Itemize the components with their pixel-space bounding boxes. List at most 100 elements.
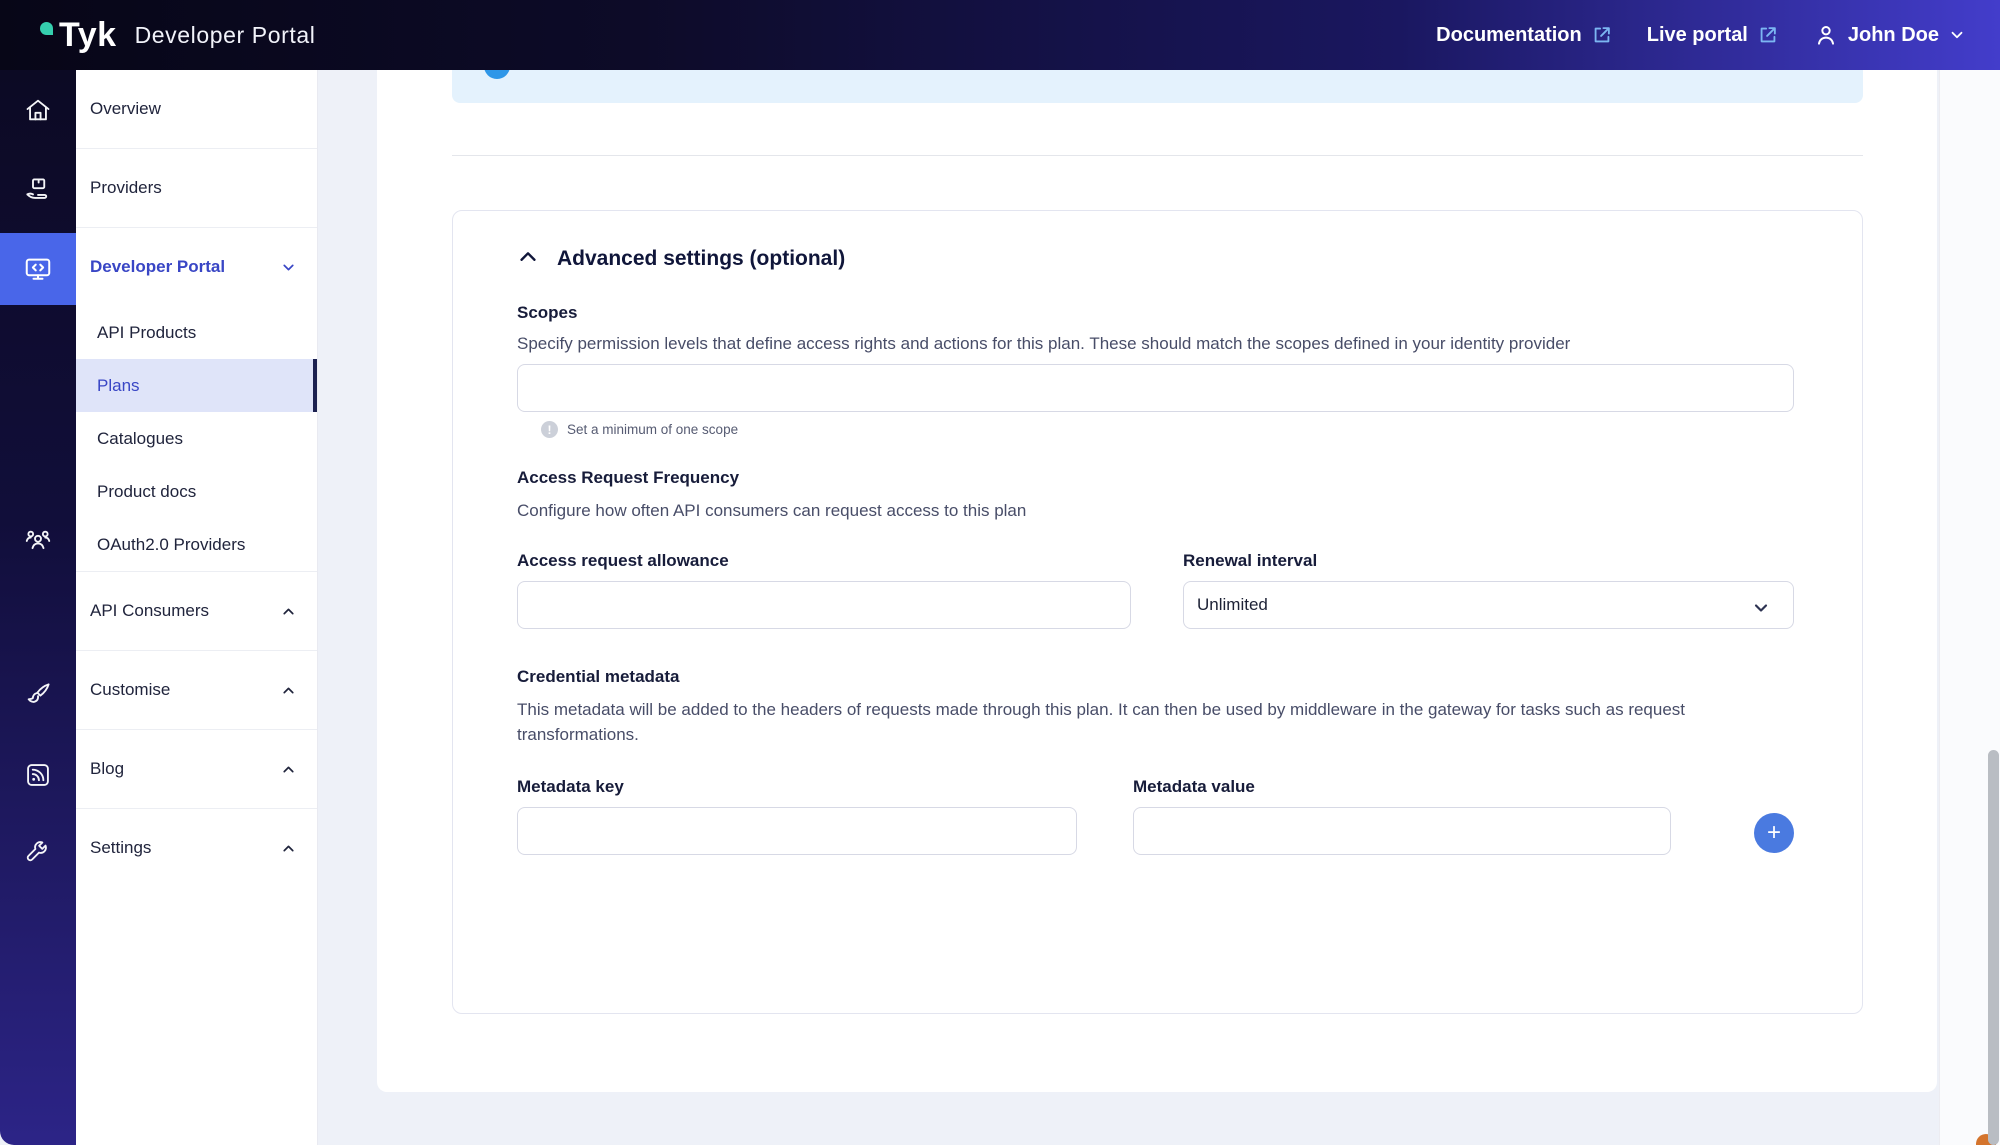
live-portal-label: Live portal	[1647, 24, 1748, 47]
page-scrollbar-thumb[interactable]	[1988, 750, 1999, 1145]
allowance-input[interactable]	[517, 581, 1131, 629]
info-banner-icon	[484, 70, 510, 79]
frequency-label: Access Request Frequency	[517, 466, 1794, 490]
documentation-link[interactable]: Documentation	[1436, 24, 1613, 47]
icon-rail	[0, 70, 76, 1145]
sidebar-item-label: API Consumers	[90, 601, 280, 621]
customise-icon	[23, 680, 53, 710]
sidebar-item-developer-portal[interactable]: Developer Portal	[76, 228, 317, 306]
sidebar-item-api-products[interactable]: API Products	[76, 306, 317, 359]
sidebar-item-label: Product docs	[97, 482, 196, 502]
advanced-settings-toggle[interactable]: Advanced settings (optional)	[517, 245, 1794, 273]
sidebar-item-settings[interactable]: Settings	[76, 809, 317, 887]
sidebar-item-overview[interactable]: Overview	[76, 70, 317, 148]
sidebar-item-oauth2-providers[interactable]: OAuth2.0 Providers	[76, 518, 317, 571]
sidebar-icon-developer-portal[interactable]	[0, 237, 76, 301]
sidebar-icon-customise[interactable]	[0, 663, 76, 727]
metadata-key-input[interactable]	[517, 807, 1077, 855]
blog-icon	[24, 761, 52, 789]
metadata-value-label: Metadata value	[1133, 775, 1671, 799]
sidebar-item-label: Blog	[90, 759, 280, 779]
sidebar-item-label: Plans	[97, 376, 140, 396]
sidebar-icon-settings[interactable]	[0, 818, 76, 882]
chevron-up-icon	[280, 603, 297, 620]
add-metadata-button[interactable]: +	[1754, 813, 1794, 853]
chevron-up-icon	[280, 761, 297, 778]
metadata-fields-row: Metadata key Metadata value +	[517, 775, 1794, 855]
chevron-down-icon	[1751, 598, 1771, 623]
metadata-value-group: Metadata value	[1133, 775, 1671, 855]
advanced-settings-title: Advanced settings (optional)	[557, 245, 845, 273]
plus-icon: +	[1767, 813, 1781, 853]
scopes-hint: ! Set a minimum of one scope	[517, 421, 1794, 438]
info-icon: !	[541, 421, 558, 438]
external-link-icon	[1757, 24, 1779, 46]
home-icon	[24, 96, 52, 124]
sidebar-item-catalogues[interactable]: Catalogues	[76, 412, 317, 465]
frequency-fields-row: Access request allowance Renewal interva…	[517, 549, 1794, 629]
renewal-selected-value: Unlimited	[1197, 595, 1268, 615]
allowance-field-group: Access request allowance	[517, 549, 1131, 629]
scopes-input[interactable]	[517, 364, 1794, 412]
sidebar-item-label: API Products	[97, 323, 196, 343]
user-menu[interactable]: John Doe	[1813, 22, 1966, 48]
metadata-value-input[interactable]	[1133, 807, 1671, 855]
sidebar-item-product-docs[interactable]: Product docs	[76, 465, 317, 518]
sidebar-item-label: Settings	[90, 838, 280, 858]
collapse-chevron-icon	[517, 246, 539, 273]
page-scrollbar-track[interactable]	[1939, 70, 2000, 1145]
user-icon	[1813, 22, 1839, 48]
live-portal-link[interactable]: Live portal	[1647, 24, 1779, 47]
tyk-leaf-icon	[40, 22, 53, 35]
main-content-card: Advanced settings (optional) Scopes Spec…	[377, 70, 1937, 1092]
sidebar-icon-blog[interactable]	[0, 743, 76, 807]
chevron-down-icon	[1948, 26, 1966, 44]
scopes-description: Specify permission levels that define ac…	[517, 331, 1577, 356]
external-link-icon	[1591, 24, 1613, 46]
developer-portal-icon	[23, 254, 53, 284]
sidebar-item-customise[interactable]: Customise	[76, 651, 317, 729]
sidebar-item-label: Catalogues	[97, 429, 183, 449]
metadata-key-label: Metadata key	[517, 775, 1077, 799]
scopes-label: Scopes	[517, 301, 1794, 325]
chevron-down-icon	[280, 259, 297, 276]
info-banner	[452, 70, 1863, 103]
renewal-interval-select[interactable]: Unlimited	[1183, 581, 1794, 629]
brand-logo[interactable]: Tyk Developer Portal	[40, 16, 316, 55]
renewal-label: Renewal interval	[1183, 549, 1794, 573]
settings-icon	[23, 835, 53, 865]
sidebar-item-blog[interactable]: Blog	[76, 730, 317, 808]
renewal-field-group: Renewal interval Unlimited	[1183, 549, 1794, 629]
user-name: John Doe	[1848, 24, 1939, 47]
metadata-label: Credential metadata	[517, 665, 1794, 689]
allowance-label: Access request allowance	[517, 549, 1131, 573]
top-bar: Tyk Developer Portal Documentation Live …	[0, 0, 2000, 70]
brand-product: Developer Portal	[135, 22, 316, 49]
sidebar-item-label: Overview	[90, 99, 297, 119]
sidebar-item-label: Providers	[90, 178, 297, 198]
chevron-up-icon	[280, 682, 297, 699]
api-consumers-icon	[23, 525, 53, 555]
sidebar-item-api-consumers[interactable]: API Consumers	[76, 572, 317, 650]
metadata-key-group: Metadata key	[517, 775, 1077, 855]
sidebar-item-label: OAuth2.0 Providers	[97, 535, 245, 555]
brand-name: Tyk	[59, 16, 117, 55]
chevron-up-icon	[280, 840, 297, 857]
sidebar-menu: Overview Providers Developer Portal API …	[76, 70, 318, 1145]
app-screen: Tyk Developer Portal Documentation Live …	[0, 0, 2000, 1145]
metadata-description: This metadata will be added to the heade…	[517, 697, 1717, 747]
top-nav: Documentation Live portal John Doe	[1436, 22, 1966, 48]
sidebar-item-label: Developer Portal	[90, 257, 280, 277]
advanced-settings-card: Advanced settings (optional) Scopes Spec…	[452, 210, 1863, 1014]
sidebar-item-plans[interactable]: Plans	[76, 359, 317, 412]
frequency-description: Configure how often API consumers can re…	[517, 498, 1577, 523]
sidebar-item-providers[interactable]: Providers	[76, 149, 317, 227]
scopes-hint-text: Set a minimum of one scope	[567, 422, 738, 437]
providers-icon	[23, 175, 53, 205]
sidebar-item-label: Customise	[90, 680, 280, 700]
documentation-label: Documentation	[1436, 24, 1582, 47]
sidebar-icon-overview[interactable]	[0, 78, 76, 142]
section-divider	[452, 155, 1863, 156]
sidebar-icon-api-consumers[interactable]	[0, 508, 76, 572]
sidebar-icon-providers[interactable]	[0, 158, 76, 222]
